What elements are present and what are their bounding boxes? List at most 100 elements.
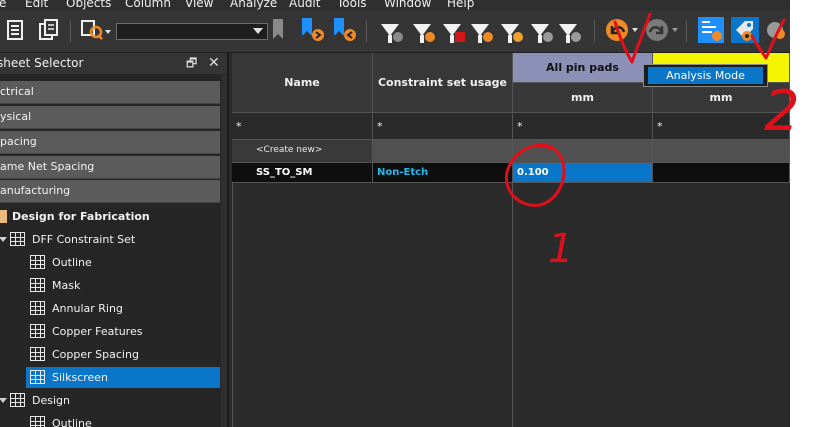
filter-cell-csu[interactable]: * [373,113,513,140]
menu-item-analysis-mode[interactable]: Analysis Mode [648,67,763,84]
table-row-csu[interactable]: Non-Etch [373,163,513,183]
filter-cell-pads[interactable]: * [513,113,653,140]
worksheet-icon [30,416,45,427]
create-new-pads-cell [513,140,653,163]
analysis-mode-icon[interactable] [730,17,760,43]
panel-header: sheet Selector 🗗 ✕ [0,53,227,74]
category-label: ysical [0,110,32,123]
filter-date-icon[interactable] [410,18,435,43]
tree-label: Copper Features [52,325,143,338]
tree-item-annular-ring[interactable]: Annular Ring [26,298,220,319]
category-manufacturing[interactable]: anufacturing [0,180,220,203]
filter-undo-icon[interactable] [378,18,403,43]
chevron-down-icon[interactable] [0,237,7,242]
tree-label: Mask [52,279,81,292]
filter-warning-icon[interactable] [440,18,465,43]
analysis-mode-dropdown: Analysis Mode [643,64,768,87]
create-new-next-cell [653,140,790,163]
toolbar-separator [686,20,687,42]
category-electrical[interactable]: ctrical [0,81,220,104]
menu-analyze[interactable]: Analyze [230,0,277,10]
tree-label: Annular Ring [52,302,123,315]
category-spacing[interactable]: pacing [0,131,220,154]
worksheet-icon [30,278,45,292]
tree-item-copper-features[interactable]: Copper Features [26,321,220,342]
filter-list-alt-icon[interactable] [556,18,581,43]
filter-value: * [377,120,383,133]
tree-item-design-outline[interactable]: Outline [26,413,220,427]
header-label: Constraint set usage [377,76,508,89]
filter-list-icon[interactable] [528,18,553,43]
tree-item-mask[interactable]: Mask [26,275,220,296]
menu-objects[interactable]: Objects [66,0,111,10]
tree-item-copper-spacing[interactable]: Copper Spacing [26,344,220,365]
tree-item-outline[interactable]: Outline [26,252,220,273]
tree-label: Copper Spacing [52,348,139,361]
worksheet-selector-panel: sheet Selector 🗗 ✕ ctrical ysical pacing… [0,53,229,427]
menu-edit[interactable]: Edit [25,0,48,10]
table-row-name[interactable]: SS_TO_SM [232,163,373,183]
category-label: pacing [0,135,37,148]
undo-icon[interactable] [604,18,640,42]
chevron-down-icon[interactable] [0,398,7,403]
panel-scrollbar[interactable] [221,75,227,427]
unit-cell-pads: mm [513,83,653,113]
bookmark-prev-icon[interactable] [332,18,360,42]
unit-label: mm [709,91,733,104]
filter-value: * [517,120,523,133]
tree-root-design-for-fabrication[interactable]: Design for Fabrication [0,206,220,227]
menu-file[interactable]: e [0,0,6,10]
header-label: Name [284,76,320,89]
menu-audit[interactable]: Audit [289,0,320,10]
chevron-down-icon[interactable] [253,28,263,34]
tree-design[interactable]: Design [0,390,220,411]
tree-item-silkscreen[interactable]: Silkscreen [26,367,220,388]
worksheet-icon[interactable] [5,18,27,42]
worksheet-icon [10,232,25,246]
category-label: ctrical [0,85,34,98]
worksheet-grid: Name Constraint set usage All pin pads m… [232,53,790,427]
bookmark-icon[interactable] [272,18,284,42]
worksheet-icon [30,301,45,315]
table-row-value-selected[interactable]: 0.100 [513,163,653,183]
category-label: anufacturing [0,184,71,197]
filter-pointer-icon[interactable] [468,18,493,43]
report-icon[interactable] [766,18,788,42]
toolbar-search-combo[interactable] [116,23,268,40]
analysis-view-icon[interactable] [697,17,725,43]
toolbar-separator [594,20,595,42]
worksheet-icon [30,255,45,269]
menu-help[interactable]: Help [447,0,474,10]
bookmark-next-icon[interactable] [300,18,328,42]
category-physical[interactable]: ysical [0,106,220,129]
table-row-next[interactable] [653,163,790,183]
menu-bar: e Edit Objects Column View Analyze Audit… [0,0,790,10]
filter-cell-name[interactable]: * [232,113,373,140]
tree-label: DFF Constraint Set [32,233,136,246]
menu-view[interactable]: View [185,0,213,10]
redo-icon[interactable] [644,18,680,42]
menu-column[interactable]: Column [125,0,171,10]
tree-label: Outline [52,417,92,427]
category-same-net-spacing[interactable]: ame Net Spacing [0,156,220,179]
float-panel-icon[interactable]: 🗗 [186,53,197,74]
menu-tools[interactable]: Tools [337,0,367,10]
filter-cell-next[interactable]: * [653,113,790,140]
create-new-csu-cell [373,140,513,163]
column-header-constraint-set-usage[interactable]: Constraint set usage [373,53,513,113]
create-new-label: <Create new> [256,145,323,155]
column-divider [232,183,233,427]
menu-window[interactable]: Window [384,0,431,10]
copy-worksheet-icon[interactable] [37,18,61,42]
column-header-all-pin-pads[interactable]: All pin pads [513,53,653,83]
close-icon[interactable]: ✕ [208,53,220,74]
find-icon[interactable] [80,18,112,42]
category-label: ame Net Spacing [0,160,95,173]
toolbar-separator [70,20,71,42]
tree-label: Outline [52,256,92,269]
filter-settings-icon[interactable] [498,18,523,43]
worksheet-icon [10,393,25,407]
tree-dff-constraint-set[interactable]: DFF Constraint Set [0,229,220,250]
column-header-name[interactable]: Name [232,53,373,113]
create-new-cell[interactable]: <Create new> [232,140,373,163]
